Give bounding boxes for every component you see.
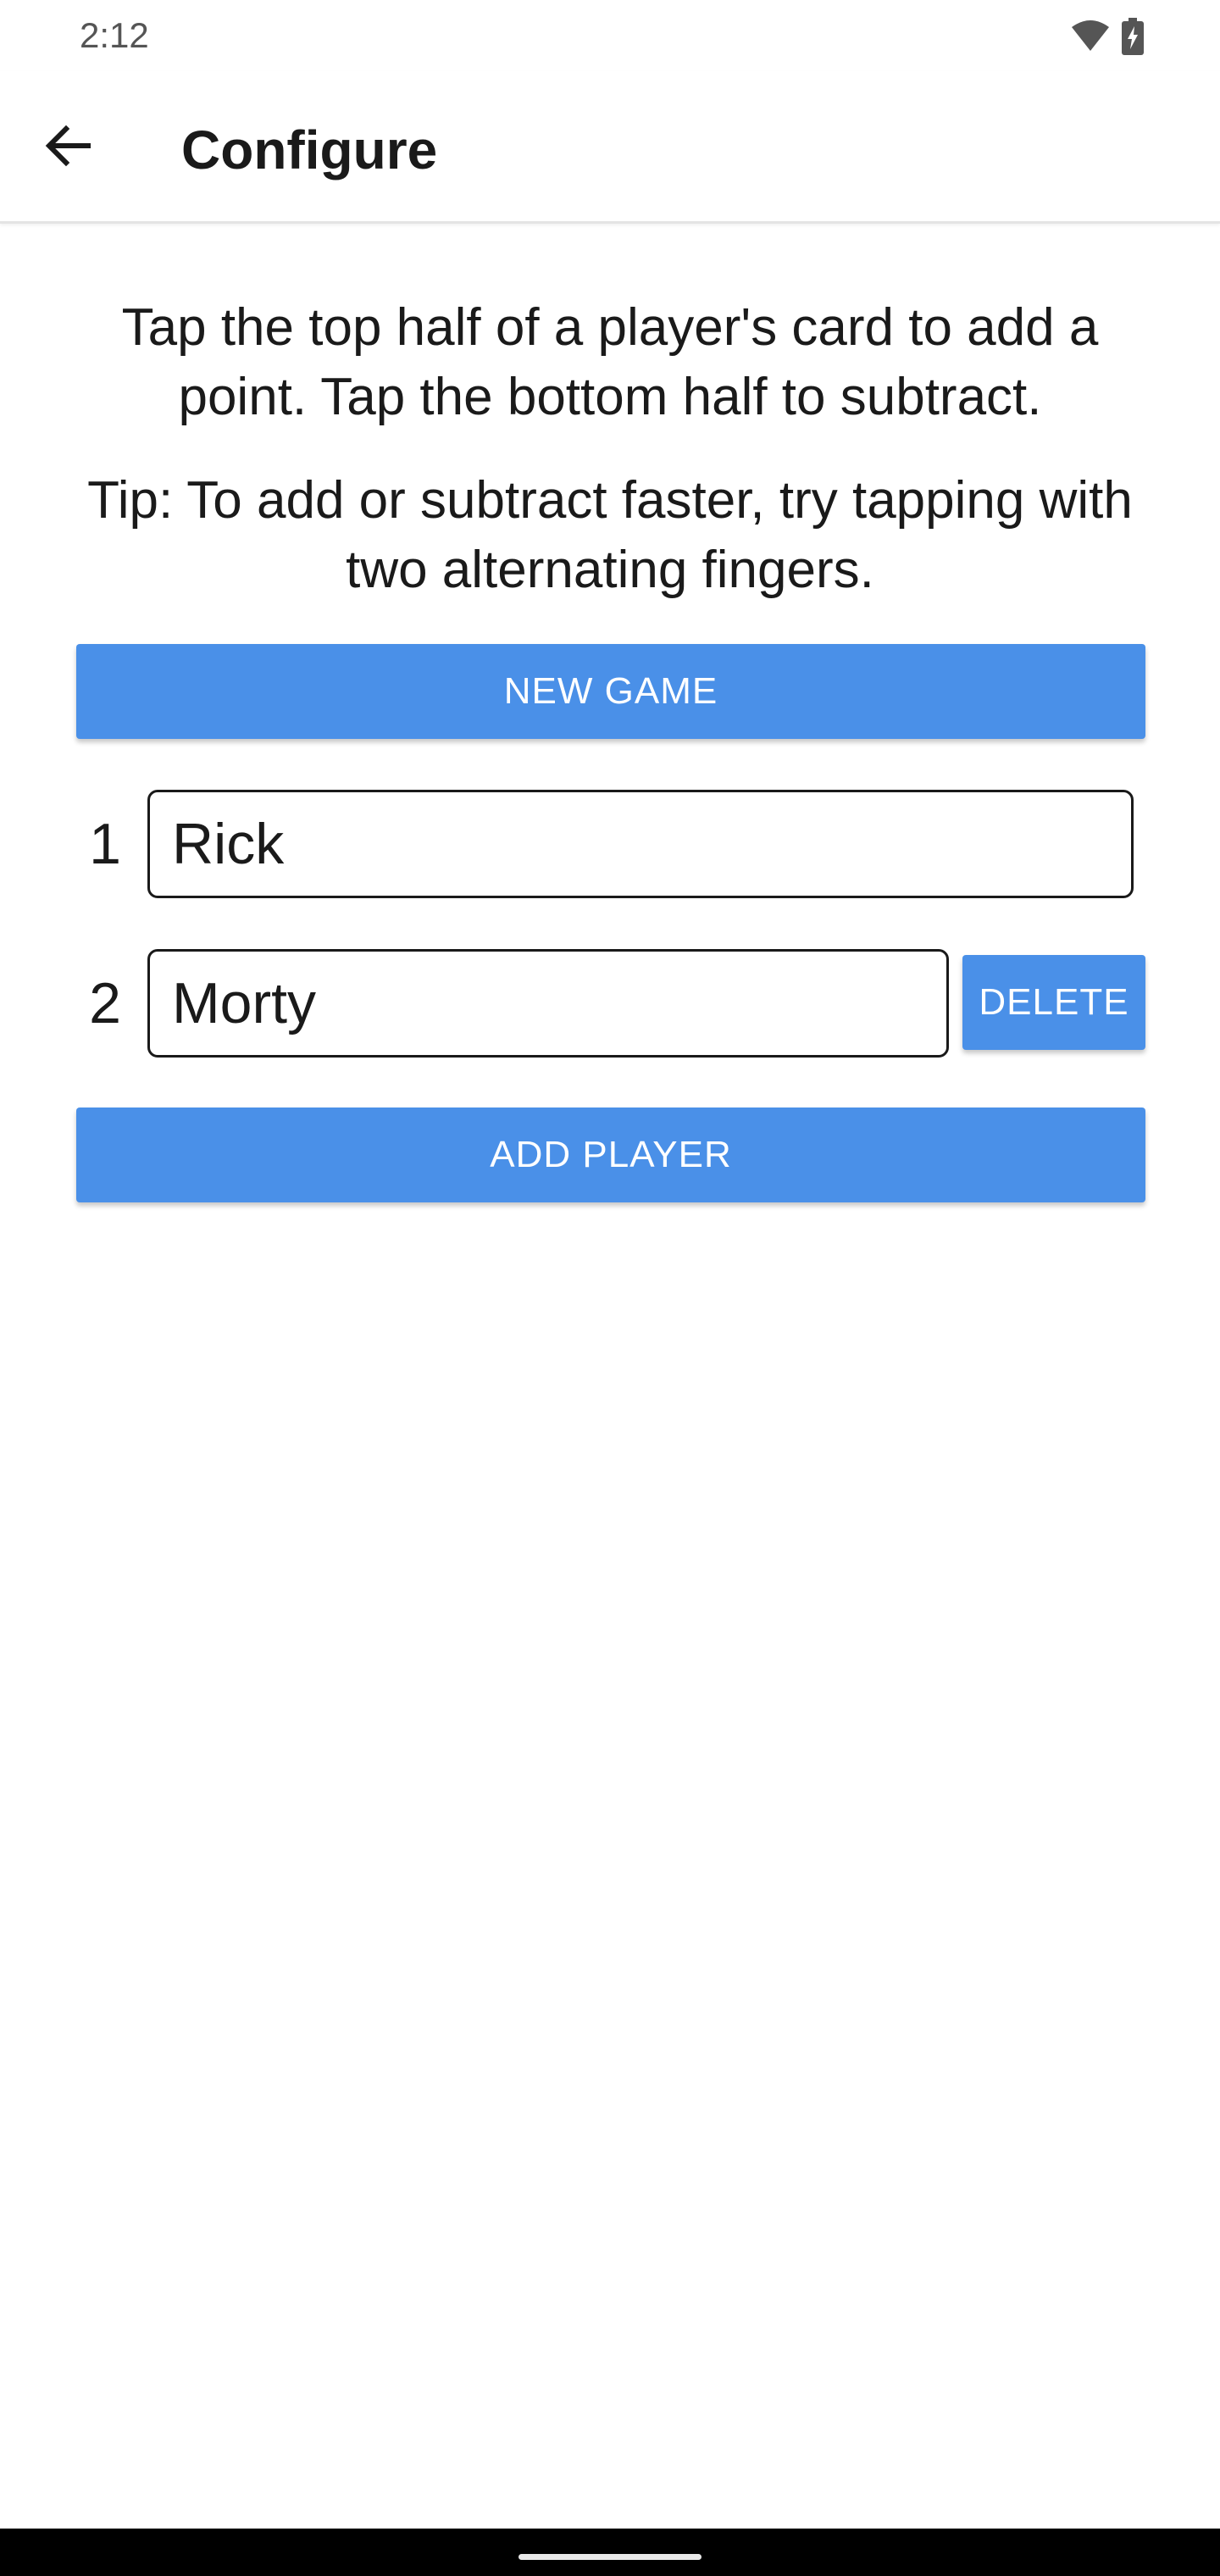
home-indicator[interactable] [518, 2554, 702, 2560]
add-player-button[interactable]: ADD PLAYER [76, 1108, 1145, 1202]
player-number: 1 [89, 812, 121, 876]
status-bar: 2:12 [0, 0, 1220, 71]
player-number: 2 [89, 971, 121, 1035]
arrow-back-icon [44, 122, 92, 174]
status-icons [1071, 15, 1144, 58]
wifi-icon [1071, 20, 1110, 53]
battery-charging-icon [1122, 18, 1144, 55]
tip-text: Tip: To add or subtract faster, try tapp… [87, 471, 1133, 599]
app-bar: Configure [0, 71, 1220, 224]
instructions-text: Tap the top half of a player's card to a… [121, 298, 1099, 426]
player-row: 2 DELETE [0, 949, 1220, 1058]
page-title: Configure [181, 119, 438, 180]
new-game-button[interactable]: NEW GAME [76, 644, 1145, 739]
player-row: 1 [0, 790, 1220, 898]
player-name-input[interactable] [147, 790, 1134, 898]
back-button[interactable] [29, 108, 107, 186]
player-name-input[interactable] [147, 949, 949, 1058]
delete-player-button[interactable]: DELETE [962, 955, 1145, 1050]
status-time: 2:12 [80, 15, 149, 55]
system-nav-bar [0, 2529, 1220, 2576]
